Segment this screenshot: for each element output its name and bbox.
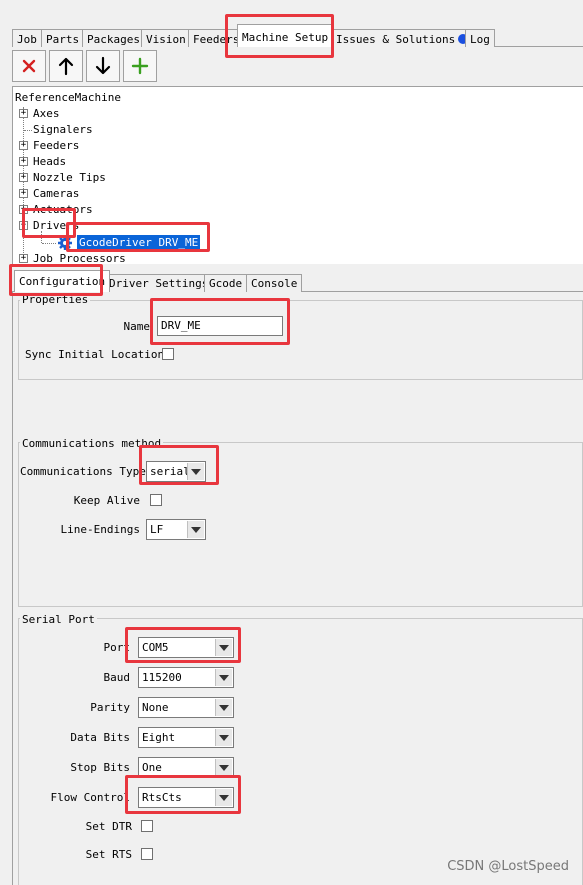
tree-item-label: Axes xyxy=(33,107,60,120)
chevron-down-icon[interactable] xyxy=(215,699,232,716)
name-label: Name xyxy=(123,320,151,333)
tab-console[interactable]: Console xyxy=(246,274,303,292)
line-endings-label: Line-Endings xyxy=(60,523,140,536)
collapse-icon[interactable]: − xyxy=(19,221,28,230)
set-dtr-label: Set DTR xyxy=(85,820,132,833)
chevron-down-icon[interactable] xyxy=(215,639,232,656)
main-tab-strip: Job Parts Packages Vision Feeders Machin… xyxy=(0,0,583,48)
tab-vision[interactable]: Vision xyxy=(141,29,191,47)
sync-initial-location-checkbox[interactable] xyxy=(162,348,174,360)
expand-icon[interactable]: + xyxy=(19,254,28,263)
communications-type-value: serial xyxy=(150,465,190,478)
set-rts-checkbox[interactable] xyxy=(141,848,153,860)
port-label: Port xyxy=(103,641,131,654)
communications-title: Communications method xyxy=(20,437,164,450)
driver-sub-tabs: Configuration Driver Settings Gcode Cons… xyxy=(12,268,583,292)
tree-item-label: Feeders xyxy=(33,139,80,152)
tab-configuration[interactable]: Configuration xyxy=(14,270,111,292)
expand-icon[interactable]: + xyxy=(19,189,28,198)
tree-item-label: Actuators xyxy=(33,203,93,216)
keep-alive-checkbox[interactable] xyxy=(150,494,162,506)
properties-group xyxy=(18,300,583,380)
flow-control-select[interactable]: RtsCts xyxy=(138,787,234,808)
delete-button[interactable] xyxy=(12,50,46,82)
arrow-down-icon xyxy=(95,56,111,75)
data-bits-value: Eight xyxy=(142,731,176,744)
communications-type-select[interactable]: serial xyxy=(146,461,206,482)
baud-label: Baud xyxy=(103,671,131,684)
flow-control-value: RtsCts xyxy=(142,791,182,804)
tree-item-label: Signalers xyxy=(33,123,93,136)
chevron-down-icon[interactable] xyxy=(187,521,204,538)
baud-select[interactable]: 115200 xyxy=(138,667,234,688)
tree-item-label: Job Processors xyxy=(33,252,126,264)
watermark: CSDN @LostSpeed xyxy=(447,859,569,874)
tab-issues-label: Issues & Solutions xyxy=(336,33,456,46)
add-button[interactable] xyxy=(123,50,157,82)
line-endings-select[interactable]: LF xyxy=(146,519,206,540)
expand-icon[interactable]: + xyxy=(19,141,28,150)
expand-icon[interactable]: + xyxy=(19,109,28,118)
set-rts-label: Set RTS xyxy=(85,848,132,861)
tree-item-gcode-driver[interactable]: GcodeDriver DRV_ME xyxy=(13,231,233,251)
tree-item-label: GcodeDriver DRV_ME xyxy=(77,235,201,251)
tab-issues-solutions[interactable]: Issues & Solutions xyxy=(331,29,474,47)
parity-label: Parity xyxy=(90,701,130,714)
tab-packages[interactable]: Packages xyxy=(82,29,145,47)
data-bits-select[interactable]: Eight xyxy=(138,727,234,748)
tab-feeders[interactable]: Feeders xyxy=(188,29,245,47)
properties-title: Properties xyxy=(20,293,91,306)
move-up-button[interactable] xyxy=(49,50,83,82)
tab-gcode[interactable]: Gcode xyxy=(204,274,248,292)
expand-icon[interactable]: + xyxy=(19,173,28,182)
flow-control-label: Flow Control xyxy=(50,791,130,804)
chevron-down-icon[interactable] xyxy=(215,759,232,776)
tree-item-label: Nozzle Tips xyxy=(33,171,106,184)
tree-item-label: Heads xyxy=(33,155,67,168)
expand-icon[interactable]: + xyxy=(19,205,28,214)
parity-select[interactable]: None xyxy=(138,697,234,718)
stop-bits-value: One xyxy=(142,761,162,774)
serial-port-title: Serial Port xyxy=(20,613,97,626)
port-value: COM5 xyxy=(142,641,169,654)
tab-log[interactable]: Log xyxy=(465,29,495,47)
chevron-down-icon[interactable] xyxy=(215,669,232,686)
move-down-button[interactable] xyxy=(86,50,120,82)
parity-value: None xyxy=(142,701,169,714)
sync-initial-location-label: Sync Initial Location xyxy=(25,348,165,361)
chevron-down-icon[interactable] xyxy=(215,729,232,746)
machine-tree[interactable]: ReferenceMachine + Axes Signalers + Feed… xyxy=(12,86,583,264)
tab-driver-settings[interactable]: Driver Settings xyxy=(104,274,214,292)
line-endings-value: LF xyxy=(150,523,164,536)
name-field[interactable]: DRV_ME xyxy=(157,316,283,336)
stop-bits-select[interactable]: One xyxy=(138,757,234,778)
tree-root[interactable]: ReferenceMachine xyxy=(15,90,121,106)
data-bits-label: Data Bits xyxy=(70,731,130,744)
arrow-up-icon xyxy=(58,57,74,76)
tab-parts[interactable]: Parts xyxy=(41,29,85,47)
keep-alive-label: Keep Alive xyxy=(73,494,140,507)
plus-icon xyxy=(131,57,149,75)
port-select[interactable]: COM5 xyxy=(138,637,234,658)
close-icon xyxy=(22,59,36,73)
baud-value: 115200 xyxy=(142,671,182,684)
expand-icon[interactable]: + xyxy=(19,157,28,166)
tab-machine-setup[interactable]: Machine Setup xyxy=(237,24,334,47)
tree-item-label: Cameras xyxy=(33,187,80,200)
gear-icon xyxy=(58,236,72,250)
set-dtr-checkbox[interactable] xyxy=(141,820,153,832)
serial-port-group xyxy=(18,618,583,885)
stop-bits-label: Stop Bits xyxy=(70,761,130,774)
chevron-down-icon[interactable] xyxy=(187,463,204,480)
tree-item-label: Drivers xyxy=(33,219,80,232)
chevron-down-icon[interactable] xyxy=(215,789,232,806)
tab-job[interactable]: Job xyxy=(12,29,42,47)
communications-type-label: Communications Type xyxy=(20,465,146,478)
